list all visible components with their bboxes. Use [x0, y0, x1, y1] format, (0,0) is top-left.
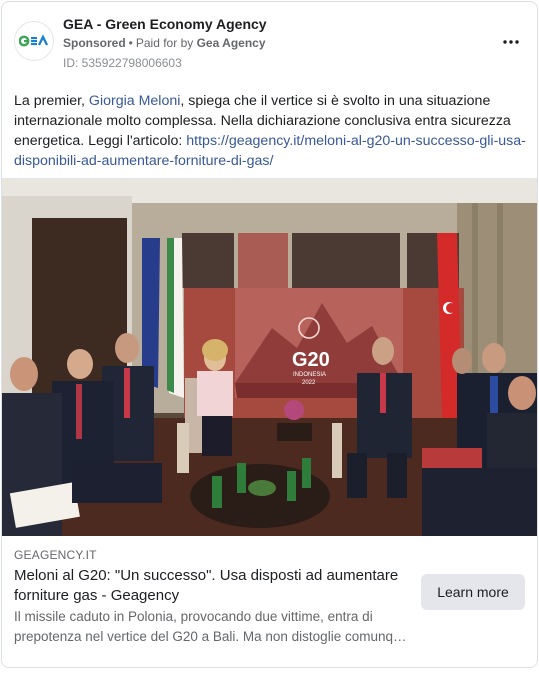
- preview-domain: GEAGENCY.IT: [14, 548, 97, 562]
- ad-id: ID: 535922798006603: [63, 56, 182, 70]
- more-horizontal-icon: [503, 40, 519, 44]
- sponsored-line: Sponsored • Paid for by Gea Agency: [63, 36, 266, 50]
- page-name[interactable]: GEA - Green Economy Agency: [63, 16, 267, 32]
- page-avatar[interactable]: [14, 21, 54, 61]
- gea-logo-icon: [19, 34, 49, 47]
- backdrop-year: 2022: [302, 380, 316, 386]
- payer-name: Gea Agency: [196, 36, 266, 50]
- sponsored-label: Sponsored: [63, 36, 126, 50]
- backdrop-logo: G20: [292, 349, 330, 371]
- more-options-button[interactable]: [499, 30, 523, 54]
- paid-for-prefix: Paid for by: [135, 36, 194, 50]
- preview-headline[interactable]: Meloni al G20: "Un successo". Usa dispos…: [14, 566, 419, 606]
- post-text: La premier, Giorgia Meloni, spiega che i…: [14, 91, 529, 171]
- post-text-intro: La premier,: [14, 93, 89, 109]
- learn-more-button[interactable]: Learn more: [421, 574, 525, 610]
- post-header: GEA - Green Economy Agency Sponsored • Pai…: [2, 2, 537, 76]
- preview-description: Il missile caduto in Polonia, provocando…: [14, 609, 407, 644]
- ad-card: GEA - Green Economy Agency Sponsored • Pai…: [1, 1, 538, 668]
- separator: •: [128, 36, 133, 50]
- post-photo[interactable]: G20 INDONESIA 2022: [2, 178, 537, 536]
- mention-link[interactable]: Giorgia Meloni: [89, 93, 180, 109]
- photo-illustration: G20 INDONESIA 2022: [2, 178, 537, 536]
- link-preview[interactable]: GEAGENCY.IT Meloni al G20: "Un successo"…: [2, 536, 537, 667]
- backdrop-subtitle: INDONESIA: [293, 372, 326, 378]
